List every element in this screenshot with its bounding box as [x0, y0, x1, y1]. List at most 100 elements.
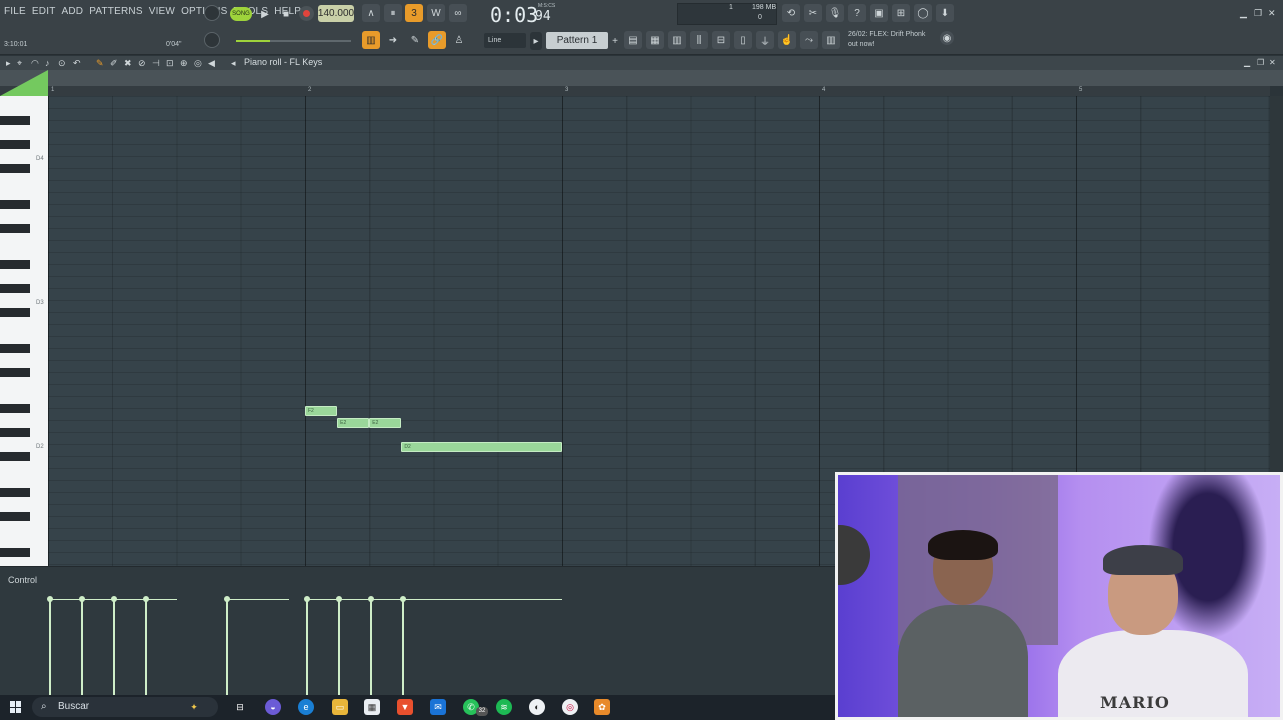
black-key[interactable] — [0, 284, 30, 293]
cut-icon[interactable]: ✂ — [804, 4, 822, 22]
velocity-bar[interactable] — [113, 599, 116, 695]
pr-delete-icon[interactable]: ✖ — [124, 58, 132, 69]
black-key[interactable] — [0, 404, 30, 413]
control-target-label[interactable]: Control — [8, 575, 37, 585]
pencil-icon[interactable]: ✎ — [406, 31, 424, 49]
note-block[interactable]: E2 — [337, 418, 370, 428]
edge-icon[interactable]: e — [298, 699, 314, 715]
spotify-icon[interactable]: ≋ — [496, 699, 512, 715]
metronome-icon[interactable]: ∧ — [362, 4, 380, 22]
trash-icon[interactable]: ▥ — [822, 31, 840, 49]
pr-slice-icon[interactable]: ⊣ — [152, 58, 160, 69]
black-key[interactable] — [0, 452, 30, 461]
maximize-icon[interactable]: ❐ — [1254, 8, 1262, 19]
black-key[interactable] — [0, 116, 30, 125]
copilot-icon[interactable]: ◒ — [265, 699, 281, 715]
stamp-icon[interactable]: ♙ — [450, 31, 468, 49]
piano-roll-icon[interactable]: ▥ — [362, 31, 380, 49]
pr-target-arrow-icon[interactable]: ◂ — [231, 58, 236, 69]
chrome-icon[interactable]: ◎ — [562, 699, 578, 715]
black-key[interactable] — [0, 428, 30, 437]
pr-close-icon[interactable]: ✕ — [1269, 58, 1276, 67]
download-icon[interactable]: ⬇ — [936, 4, 954, 22]
wait-input-icon[interactable]: ⏸ — [384, 4, 402, 22]
undo-history-icon[interactable]: ⟲ — [782, 4, 800, 22]
pr-minimize-icon[interactable]: ▁ — [1244, 58, 1250, 67]
loop-record-icon[interactable]: ∞ — [449, 4, 467, 22]
close-icon[interactable]: ✕ — [1268, 8, 1276, 19]
black-key[interactable] — [0, 548, 30, 557]
copilot-sparkle-icon[interactable]: ✦ — [186, 699, 202, 715]
note-block[interactable]: D2 — [401, 442, 562, 452]
menu-file[interactable]: FILE — [4, 6, 26, 17]
black-key[interactable] — [0, 488, 30, 497]
velocity-bar[interactable] — [81, 599, 84, 695]
black-key[interactable] — [0, 140, 30, 149]
black-key[interactable] — [0, 260, 30, 269]
cable-icon[interactable]: ⤳ — [800, 31, 818, 49]
file-explorer-icon[interactable]: ▭ — [332, 699, 348, 715]
tempo-display[interactable]: 140.000 — [318, 5, 354, 22]
windows-start-icon[interactable] — [10, 701, 22, 713]
countdown-icon[interactable]: 3 — [405, 4, 423, 22]
playlist-icon[interactable]: ▤ — [624, 31, 642, 49]
pr-playback-icon[interactable]: ◎ — [194, 58, 202, 69]
black-key[interactable] — [0, 224, 30, 233]
help-icon[interactable]: ? — [848, 4, 866, 22]
pr-headphones-icon[interactable]: ◠ — [31, 58, 39, 69]
menu-edit[interactable]: EDIT — [32, 6, 56, 17]
velocity-bar[interactable] — [145, 599, 148, 695]
task-view-icon[interactable]: ⊟ — [232, 699, 248, 715]
plugin-icon[interactable]: ⊞ — [892, 4, 910, 22]
velocity-bar[interactable] — [402, 599, 405, 695]
news-ticker-line2[interactable]: out now! — [848, 41, 874, 48]
pr-magnet-icon[interactable]: ⌖ — [17, 58, 22, 69]
pr-mute-icon[interactable]: ⊘ — [138, 58, 146, 69]
pr-zoom-icon[interactable]: ⊕ — [180, 58, 188, 69]
pr-select-icon[interactable]: ⊡ — [166, 58, 174, 69]
link-icon[interactable]: 🔗 — [428, 31, 446, 49]
horizontal-scrollbar[interactable] — [0, 70, 1283, 86]
black-key[interactable] — [0, 308, 30, 317]
globe-icon[interactable]: ◉ — [940, 31, 954, 45]
pat-song-toggle[interactable]: SONG — [230, 7, 252, 21]
song-time[interactable]: 0:03 — [490, 3, 538, 27]
plug-icon[interactable]: ⏚ — [756, 31, 774, 49]
black-key[interactable] — [0, 344, 30, 353]
file-icon[interactable]: ▯ — [734, 31, 752, 49]
piano-keyboard[interactable]: D4 D3 D2 — [0, 96, 48, 566]
master-pitch-slider[interactable] — [236, 40, 351, 42]
minimize-icon[interactable]: ▁ — [1240, 8, 1247, 19]
velocity-bar[interactable] — [370, 599, 373, 695]
record-icon[interactable] — [299, 6, 314, 21]
mixer-icon[interactable]: ▥ — [668, 31, 686, 49]
channel-rack-icon[interactable]: ▦ — [646, 31, 664, 49]
menu-patterns[interactable]: PATTERNS — [89, 6, 142, 17]
obs-icon[interactable]: ◐ — [529, 699, 545, 715]
pr-speaker-icon[interactable]: ◀ — [208, 58, 215, 69]
pr-undo-icon[interactable]: ↶ — [73, 58, 81, 69]
velocity-bar[interactable] — [338, 599, 341, 695]
snap-select[interactable]: Line — [484, 33, 526, 48]
browser-icon[interactable]: ⊟ — [712, 31, 730, 49]
pitch-knob-icon[interactable] — [204, 5, 220, 21]
mic-icon[interactable]: 🎙 — [826, 4, 844, 22]
save-icon[interactable]: ▣ — [870, 4, 888, 22]
black-key[interactable] — [0, 368, 30, 377]
pr-brush-icon[interactable]: ✐ — [110, 58, 118, 69]
pattern-prev-icon[interactable]: ▸ — [530, 32, 542, 50]
menu-add[interactable]: ADD — [62, 6, 84, 17]
mail-icon[interactable]: ✉ — [430, 699, 446, 715]
black-key[interactable] — [0, 512, 30, 521]
store-icon[interactable]: ▦ — [364, 699, 380, 715]
menu-view[interactable]: VIEW — [149, 6, 175, 17]
news-ticker-line1[interactable]: 26/02: FLEX: Drift Phonk — [848, 31, 925, 38]
pr-pencil-icon[interactable]: ✎ — [96, 58, 104, 69]
black-key[interactable] — [0, 164, 30, 173]
pr-maximize-icon[interactable]: ❐ — [1257, 58, 1264, 67]
arrow-right-icon[interactable]: ➜ — [384, 31, 402, 49]
note-block[interactable]: E2 — [369, 418, 402, 428]
velocity-bar[interactable] — [306, 599, 308, 695]
pattern-add-icon[interactable]: + — [610, 32, 620, 50]
faders-icon[interactable]: ⫼ — [690, 31, 708, 49]
